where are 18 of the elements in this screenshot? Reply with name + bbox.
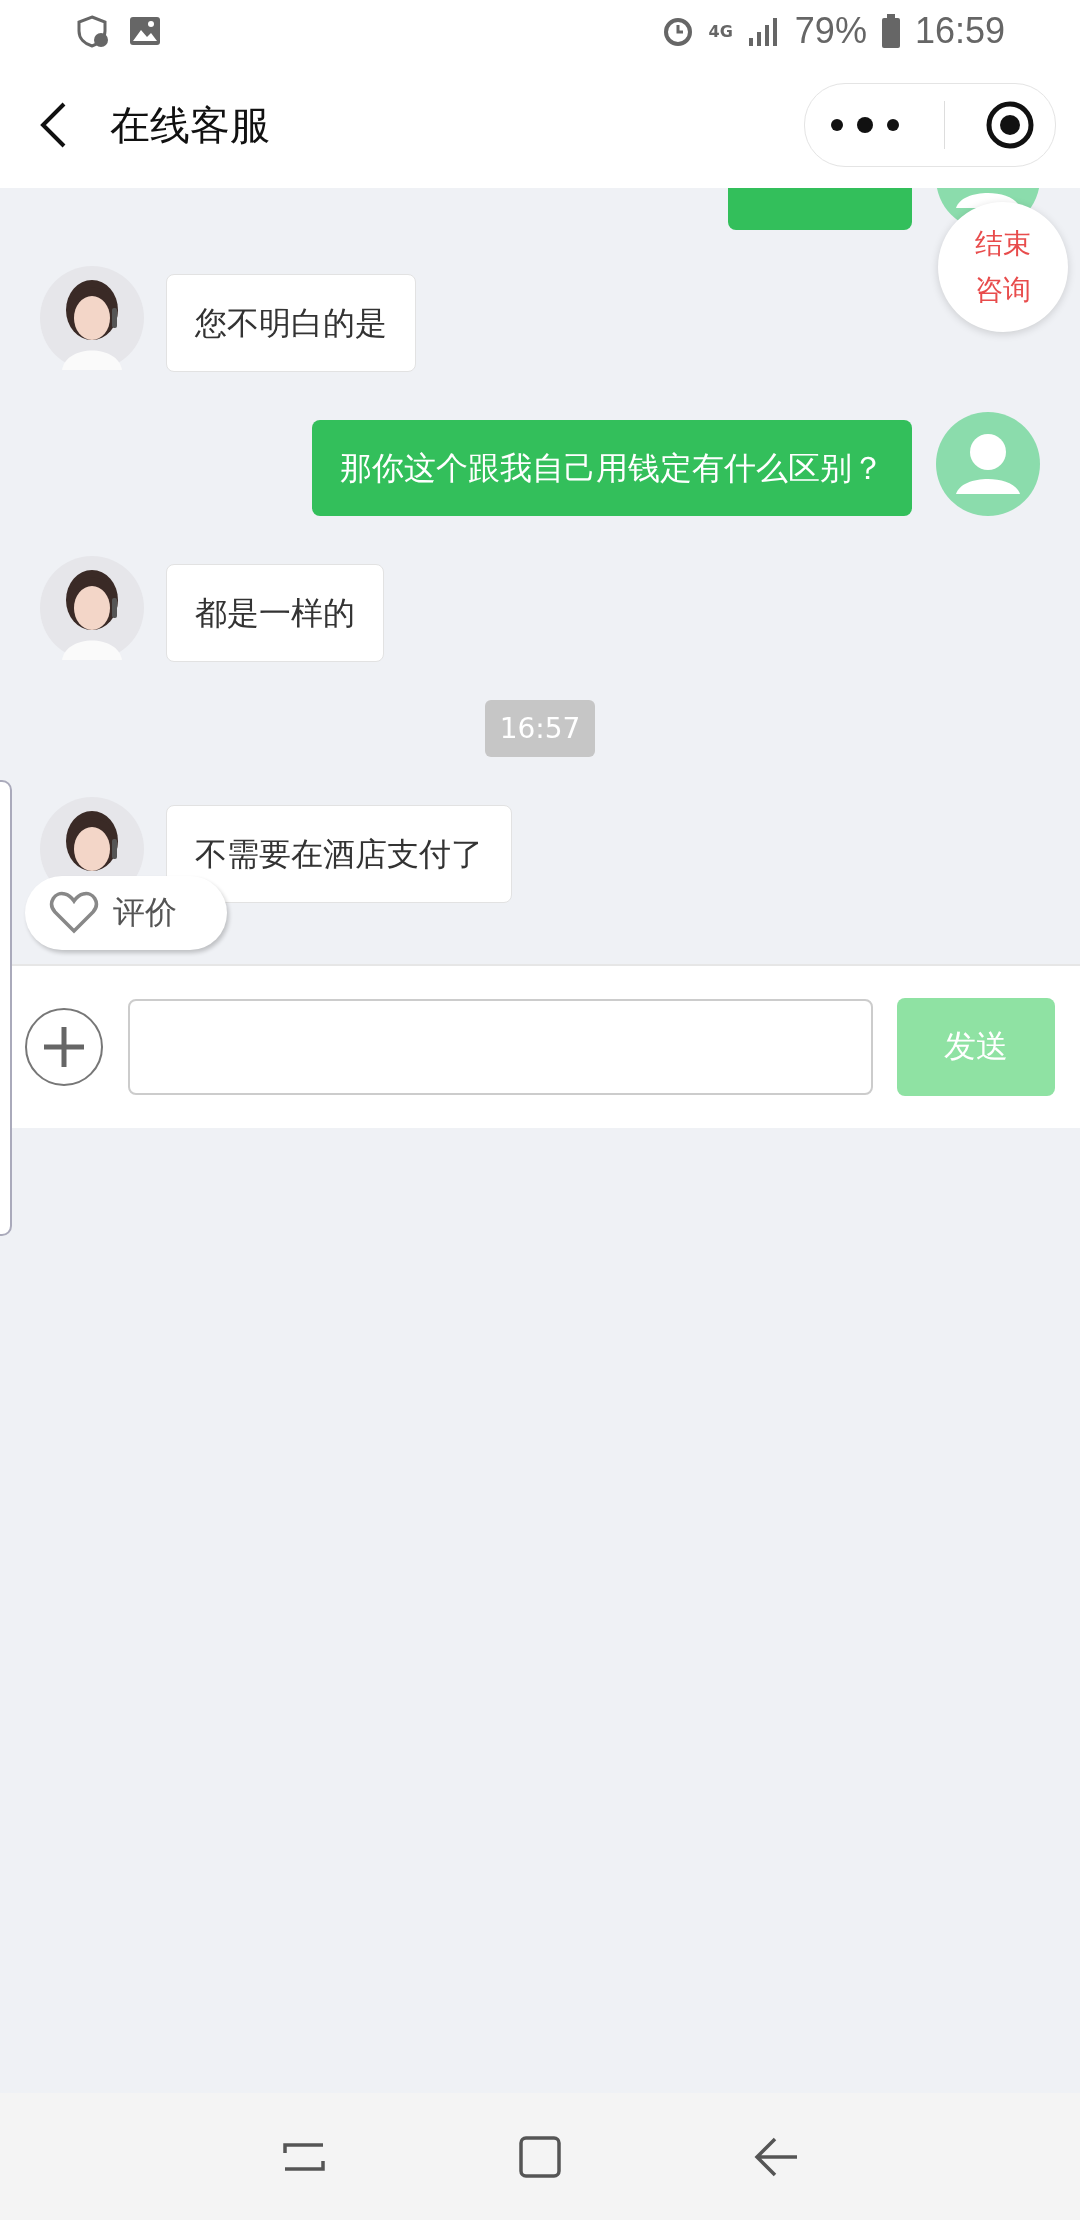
message-bubble: 那你这个跟我自己用钱定有什么区别？ (312, 420, 912, 516)
image-icon (129, 15, 161, 47)
heart-icon (49, 891, 99, 935)
message-input[interactable] (128, 999, 873, 1095)
network-label: 4G (708, 21, 733, 41)
message-bubble: 都是一样的 (166, 564, 384, 662)
page-title: 在线客服 (110, 100, 271, 150)
timestamp: 16:57 (484, 700, 596, 757)
battery-percent: 79% (794, 10, 867, 52)
clock: 16:59 (914, 10, 1005, 52)
home-icon[interactable] (518, 2134, 562, 2179)
shield-icon (75, 14, 109, 48)
battery-icon (880, 14, 901, 48)
message-bubble: 您不明白的是 (166, 274, 416, 372)
back-icon[interactable] (38, 101, 68, 149)
plus-icon[interactable] (24, 1007, 104, 1087)
end-consult-button[interactable]: 结束咨询 (938, 202, 1068, 332)
rate-button[interactable]: 评价 (25, 876, 227, 950)
